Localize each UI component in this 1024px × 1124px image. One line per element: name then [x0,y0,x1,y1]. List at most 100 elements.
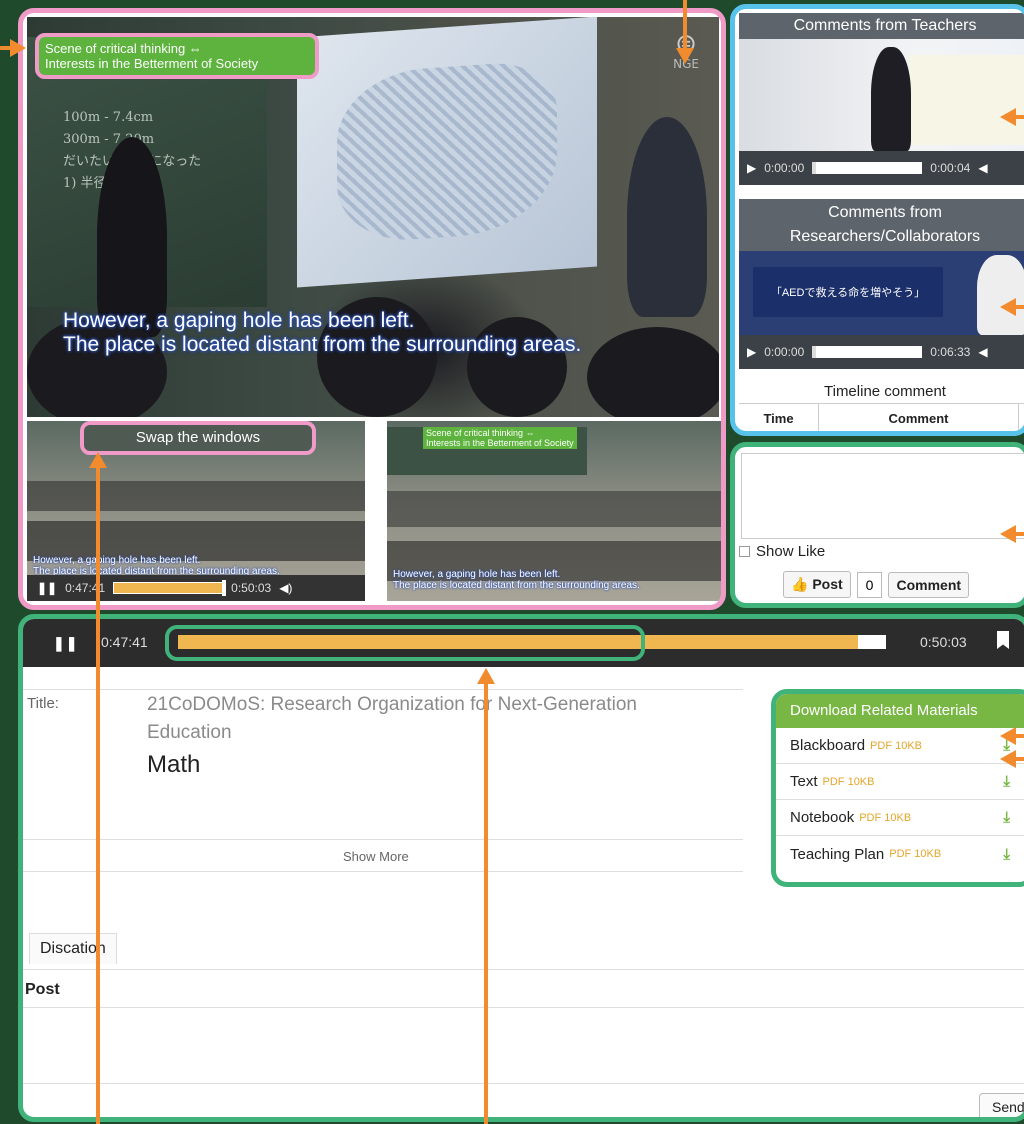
download-materials-panel: Download Related Materials Blackboard PD… [771,689,1024,887]
timeline-title: Timeline comment [824,383,946,400]
arrow-shaft [683,0,687,50]
projected-map [337,59,557,245]
divider [23,1007,1024,1008]
main-player-controls: ❚❚ 0:47:41 0:50:03 [23,619,1024,667]
researcher-figure [977,255,1024,335]
presenting-student [627,117,707,317]
like-count: 0 [856,571,883,598]
researcher-current-time: 0:00:00 [764,345,805,359]
teacher-figure [97,137,167,337]
download-item-name: Text [790,773,818,790]
thumbs-up-icon: 👍 [791,576,809,592]
researcher-slide: 「AEDで救える命を増やそう」 [753,267,943,317]
teacher-total-time: 0:00:04 [930,161,971,175]
main-subtitle: However, a gaping hole has been left. Th… [63,309,582,356]
download-icon[interactable]: ⤓ [1003,809,1010,826]
comments-video-panel: Comments from Teachers ▶ 0:00:00 0:00:04… [730,4,1024,436]
like-post-button[interactable]: 👍 Post [783,571,851,598]
researcher-total-time: 0:06:33 [930,345,971,359]
pause-icon[interactable]: ❚❚ [37,581,57,595]
comment-input-panel: Show Like 👍 Post 0 Comment [730,442,1024,608]
download-item-blackboard[interactable]: Blackboard PDF 10KB ⤓ [776,728,1024,764]
divider [23,689,743,690]
researcher-title-line1: Comments from [828,204,942,221]
volume-icon[interactable]: ◀ [978,161,987,175]
arrow-shaft [1014,532,1024,536]
show-like-option[interactable]: Show Like [739,543,825,560]
scene-tag: Scene of critical thinking ⇔ Interests i… [35,33,319,79]
show-like-label: Show Like [756,543,826,560]
comment-button[interactable]: Comment [888,571,970,598]
swap-windows-button[interactable]: Swap the windows [80,421,316,455]
volume-icon[interactable]: ◀ [978,345,987,359]
researcher-progress[interactable] [812,346,923,358]
classroom-screen [909,55,1024,145]
download-item-name: Teaching Plan [790,845,885,863]
divider [23,1083,1024,1084]
divider [23,871,743,872]
download-item-meta: PDF 10KB [870,739,923,752]
researcher-title-line2: Researchers/Collaborators [789,228,981,245]
download-header: Download Related Materials [776,694,1024,728]
researcher-comments-controls: ▶ 0:00:00 0:06:33 ◀ [739,335,1024,369]
main-progress-remaining[interactable] [858,635,886,649]
post-label: Post [25,981,60,998]
post-textarea[interactable] [23,1009,1024,1081]
arrow-head [89,452,107,468]
teacher-comments-controls: ▶ 0:00:00 0:00:04 ◀ [739,151,1024,185]
arrow-shaft [1014,757,1024,761]
main-current-time: 0:47:41 [101,634,148,650]
arrow-head [676,48,694,64]
discussion-tab[interactable]: Discation [29,933,117,964]
download-item-text[interactable]: Text PDF 10KB ⤓ [776,764,1024,800]
sub-video-left-controls: ❚❚ 0:47:41 0:50:03 ◀) [27,575,365,601]
show-more-link[interactable]: Show More [343,849,409,864]
classroom-row [27,481,365,511]
download-item-meta: PDF 10KB [822,775,875,788]
play-icon[interactable]: ▶ [747,345,756,359]
teacher-current-time: 0:00:00 [764,161,805,175]
download-item-notebook[interactable]: Notebook PDF 10KB ⤓ [776,800,1024,836]
main-total-time: 0:50:03 [920,634,967,650]
download-item-meta: PDF 10KB [859,811,912,824]
researcher-slide-text: 「AEDで救える命を増やそう」 [770,287,926,299]
researcher-comments-title: Comments from Researchers/Collaborators [739,199,1024,251]
divider [23,839,743,840]
pause-icon[interactable]: ❚❚ [53,635,78,652]
show-like-checkbox[interactable] [739,546,750,557]
sub-video-right[interactable]: Scene of critical thinking ⇔ Interests i… [387,421,721,601]
download-item-name: Notebook [790,809,855,826]
timeline-col-time: Time [739,404,819,431]
comment-actions: 👍 Post 0 Comment [783,571,970,598]
arrow-shaft [1014,115,1024,119]
download-item-teaching-plan[interactable]: Teaching Plan PDF 10KB ⤓ [776,836,1024,872]
sub-video-left-total-time: 0:50:03 [231,581,272,595]
bookmark-icon[interactable] [997,631,1009,649]
lesson-subject: Math [147,751,201,778]
download-item-name: Blackboard [790,737,866,754]
student-head [587,327,719,417]
arrow-shaft [1014,305,1024,309]
volume-icon[interactable]: ◀) [279,581,292,595]
title-label: Title: [27,695,59,712]
sub-video-left-subtitle: However, a gaping hole has been left. Th… [33,555,280,577]
teacher-comments-video[interactable]: Comments from Teachers ▶ 0:00:00 0:00:04… [739,13,1024,185]
play-icon[interactable]: ▶ [747,161,756,175]
timeline-col-comment: Comment [819,404,1019,431]
download-icon[interactable]: ⤓ [1003,773,1010,790]
main-video-frame[interactable]: 100m - 7.4cm 300m - 7.20m だいたい 以内になった 1)… [27,17,719,417]
projection-screen [297,17,597,288]
sub-video-right-tag: Scene of critical thinking ⇔ Interests i… [423,427,577,449]
like-post-label: Post [812,576,843,592]
teacher-comments-frame [739,39,1024,151]
download-icon[interactable]: ⤓ [1003,846,1010,863]
divider [23,969,1024,970]
arrow-shaft [484,680,488,1124]
researcher-comments-frame: 「AEDで救える命を増やそう」 [739,251,1024,335]
teacher-figure [871,47,911,151]
sub-video-left-progress[interactable] [113,580,227,596]
comment-textarea[interactable] [741,453,1024,539]
researcher-comments-video[interactable]: Comments from Researchers/Collaborators … [739,199,1024,369]
send-button[interactable]: Send [979,1093,1024,1117]
teacher-progress[interactable] [812,162,923,174]
